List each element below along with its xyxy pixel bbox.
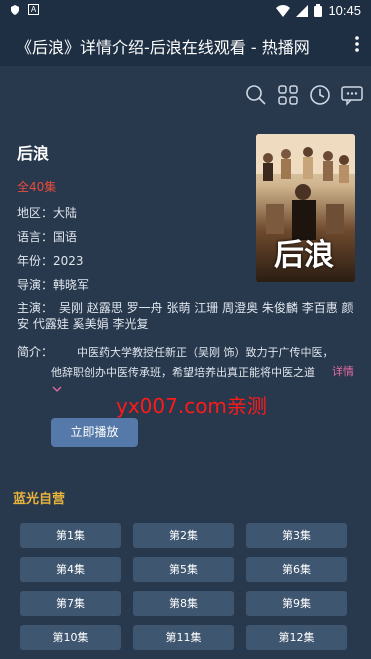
language-label: 语言： xyxy=(17,230,54,244)
poster-title: 后浪 xyxy=(274,238,334,273)
episode-button[interactable]: 第1集 xyxy=(20,523,121,548)
language-row: 语言：国语 xyxy=(17,228,77,245)
episode-button[interactable]: 第12集 xyxy=(246,625,347,650)
intro-label: 简介： xyxy=(17,345,54,359)
episode-grid: 第1集 第2集 第3集 第4集 第5集 第6集 第7集 第8集 第9集 第10集… xyxy=(20,523,350,650)
year-label: 年份： xyxy=(17,254,54,268)
a-icon: A xyxy=(28,4,39,15)
history-icon[interactable] xyxy=(309,84,331,106)
clock: 10:45 xyxy=(328,3,361,18)
director-label: 导演： xyxy=(17,278,54,292)
more-vert-icon[interactable] xyxy=(355,36,359,52)
director-value: 韩晓军 xyxy=(53,278,90,292)
status-bar: A 10:45 xyxy=(0,0,371,22)
episode-button[interactable]: 第11集 xyxy=(133,625,234,650)
shield-icon xyxy=(11,4,19,15)
episode-button[interactable]: 第10集 xyxy=(20,625,121,650)
wifi-icon xyxy=(276,4,291,17)
intro-text: 中医药大学教授任新正（吴刚 饰）致力于广传中医，他辞职创办中医传承班，希望培养出… xyxy=(51,346,334,379)
episode-button[interactable]: 第7集 xyxy=(20,591,121,616)
cast-value: 吴刚 赵露思 罗一舟 张萌 江珊 周澄奥 朱俊麟 李百惠 颜安 代露娃 奚美娟 … xyxy=(17,301,354,331)
cast-row: 主演： 吴刚 赵露思 罗一舟 张萌 江珊 周澄奥 朱俊麟 李百惠 颜安 代露娃 奚… xyxy=(17,300,357,332)
search-icon[interactable] xyxy=(245,84,267,106)
episode-count: 全40集 xyxy=(17,180,57,194)
episode-button[interactable]: 第8集 xyxy=(133,591,234,616)
chat-icon[interactable] xyxy=(341,84,363,106)
chevron-down-icon[interactable] xyxy=(52,384,62,394)
episode-button[interactable]: 第3集 xyxy=(246,523,347,548)
year-value: 2023 xyxy=(53,254,84,268)
toolbar-icons xyxy=(245,84,363,106)
watermark: yx007.com亲测 xyxy=(116,394,267,418)
page-title: 《后浪》详情介绍-后浪在线观看 - 热播网 xyxy=(16,38,310,57)
episode-button[interactable]: 第4集 xyxy=(20,557,121,582)
region-value: 大陆 xyxy=(53,206,78,220)
source-title: 蓝光自营 xyxy=(13,492,66,507)
more-link[interactable]: 详情 xyxy=(332,363,354,379)
episode-button[interactable]: 第2集 xyxy=(133,523,234,548)
app-bar: 《后浪》详情介绍-后浪在线观看 - 热播网 xyxy=(0,22,371,66)
battery-icon xyxy=(314,4,323,17)
play-button[interactable]: 立即播放 xyxy=(51,418,138,447)
language-value: 国语 xyxy=(53,230,78,244)
episode-button[interactable]: 第6集 xyxy=(246,557,347,582)
director-row: 导演：韩晓军 xyxy=(17,276,89,293)
cast-label: 主演： xyxy=(17,301,54,315)
region-label: 地区： xyxy=(17,206,54,220)
poster-image[interactable]: 后浪 xyxy=(256,134,355,282)
episode-button[interactable]: 第5集 xyxy=(133,557,234,582)
episode-button[interactable]: 第9集 xyxy=(246,591,347,616)
grid-icon[interactable] xyxy=(277,84,299,106)
signal-icon xyxy=(296,4,309,17)
year-row: 年份：2023 xyxy=(17,252,84,269)
video-title: 后浪 xyxy=(17,144,50,163)
region-row: 地区：大陆 xyxy=(17,204,77,221)
